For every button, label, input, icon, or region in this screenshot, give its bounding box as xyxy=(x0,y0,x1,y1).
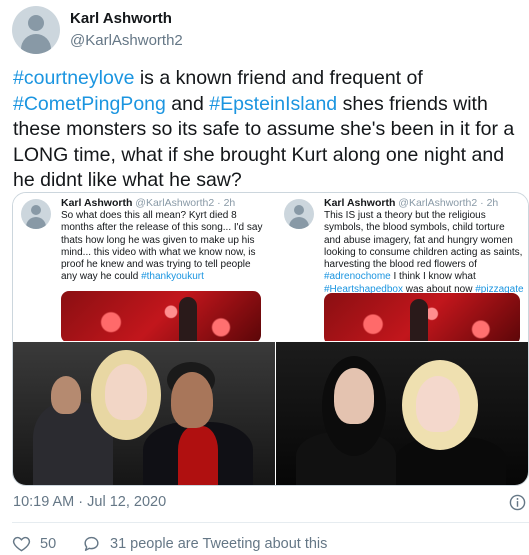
tweet-text-segment: and xyxy=(165,92,210,115)
photo-person-face xyxy=(171,372,213,428)
quoted-tweet-screenshot-1[interactable]: Karl Ashworth @KarlAshworth2 · 2h So wha… xyxy=(13,193,275,341)
media-grid: Karl Ashworth @KarlAshworth2 · 2h So wha… xyxy=(12,192,529,486)
speech-bubble-icon xyxy=(84,536,99,551)
author-name[interactable]: Karl Ashworth xyxy=(70,10,172,27)
quoted-author-name: Karl Ashworth xyxy=(61,197,133,209)
quoted-text-segment: I think I know what xyxy=(390,271,476,283)
photo-person-face xyxy=(334,368,374,424)
author-handle[interactable]: @KarlAshworth2 xyxy=(70,32,183,49)
quoted-avatar xyxy=(284,199,314,229)
divider xyxy=(12,522,529,523)
photo-2[interactable] xyxy=(276,342,528,485)
hashtag-cometpingpong[interactable]: #CometPingPong xyxy=(13,93,166,115)
hashtag-thankyoukurt: #thankyoukurt xyxy=(141,271,204,283)
tweeting-about-label: 31 people are Tweeting about this xyxy=(110,535,328,552)
quoted-video-thumbnail xyxy=(324,293,520,341)
photo-person-face xyxy=(51,376,81,414)
info-circle-icon[interactable] xyxy=(509,494,526,511)
quoted-header: Karl Ashworth @KarlAshworth2 · 2h xyxy=(61,197,235,209)
quoted-avatar xyxy=(21,199,51,229)
avatar-head-shape xyxy=(28,15,44,31)
like-count: 50 xyxy=(40,535,57,552)
quoted-tweet-screenshot-2[interactable]: Karl Ashworth @KarlAshworth2 · 2h This I… xyxy=(276,193,528,341)
hashtag-epsteinisland[interactable]: #EpsteinIsland xyxy=(209,93,337,115)
photo-person-face xyxy=(105,364,147,420)
quoted-handle-time: @KarlAshworth2 · 2h xyxy=(398,197,499,209)
tweeting-about-link[interactable]: 31 people are Tweeting about this xyxy=(82,534,327,553)
tweet-timestamp[interactable]: 10:19 AM · Jul 12, 2020 xyxy=(13,494,166,510)
video-figure-shape xyxy=(179,297,197,341)
quoted-text-segment: This IS just a theory but the religious … xyxy=(324,210,523,271)
photo-person-collar xyxy=(178,426,218,485)
photo-person-face xyxy=(416,376,460,432)
hashtag-courtneylove[interactable]: #courtneylove xyxy=(13,67,134,89)
heart-outline-icon xyxy=(12,536,31,552)
quoted-text: This IS just a theory but the religious … xyxy=(324,210,524,296)
tweet-text: #courtneylove is a known friend and freq… xyxy=(13,66,518,194)
tweet-header: Karl Ashworth @KarlAshworth2 xyxy=(12,6,512,54)
tweet-text-segment: is a known friend and frequent of xyxy=(134,67,423,89)
quoted-text: So what does this all mean? Kyrt died 8 … xyxy=(61,210,267,284)
photo-1[interactable] xyxy=(13,342,275,485)
hashtag-adrenochome: #adrenochome xyxy=(324,271,391,283)
avatar[interactable] xyxy=(12,6,60,54)
quoted-video-thumbnail xyxy=(61,291,261,341)
avatar-body-shape xyxy=(21,34,51,54)
quoted-header: Karl Ashworth @KarlAshworth2 · 2h xyxy=(324,197,498,209)
quoted-author-name: Karl Ashworth xyxy=(324,197,396,209)
quoted-handle-time: @KarlAshworth2 · 2h xyxy=(135,197,236,209)
video-figure-shape xyxy=(410,299,428,341)
tweet-actions: 50 31 people are Tweeting about this xyxy=(12,534,512,555)
like-button[interactable]: 50 xyxy=(12,534,56,553)
